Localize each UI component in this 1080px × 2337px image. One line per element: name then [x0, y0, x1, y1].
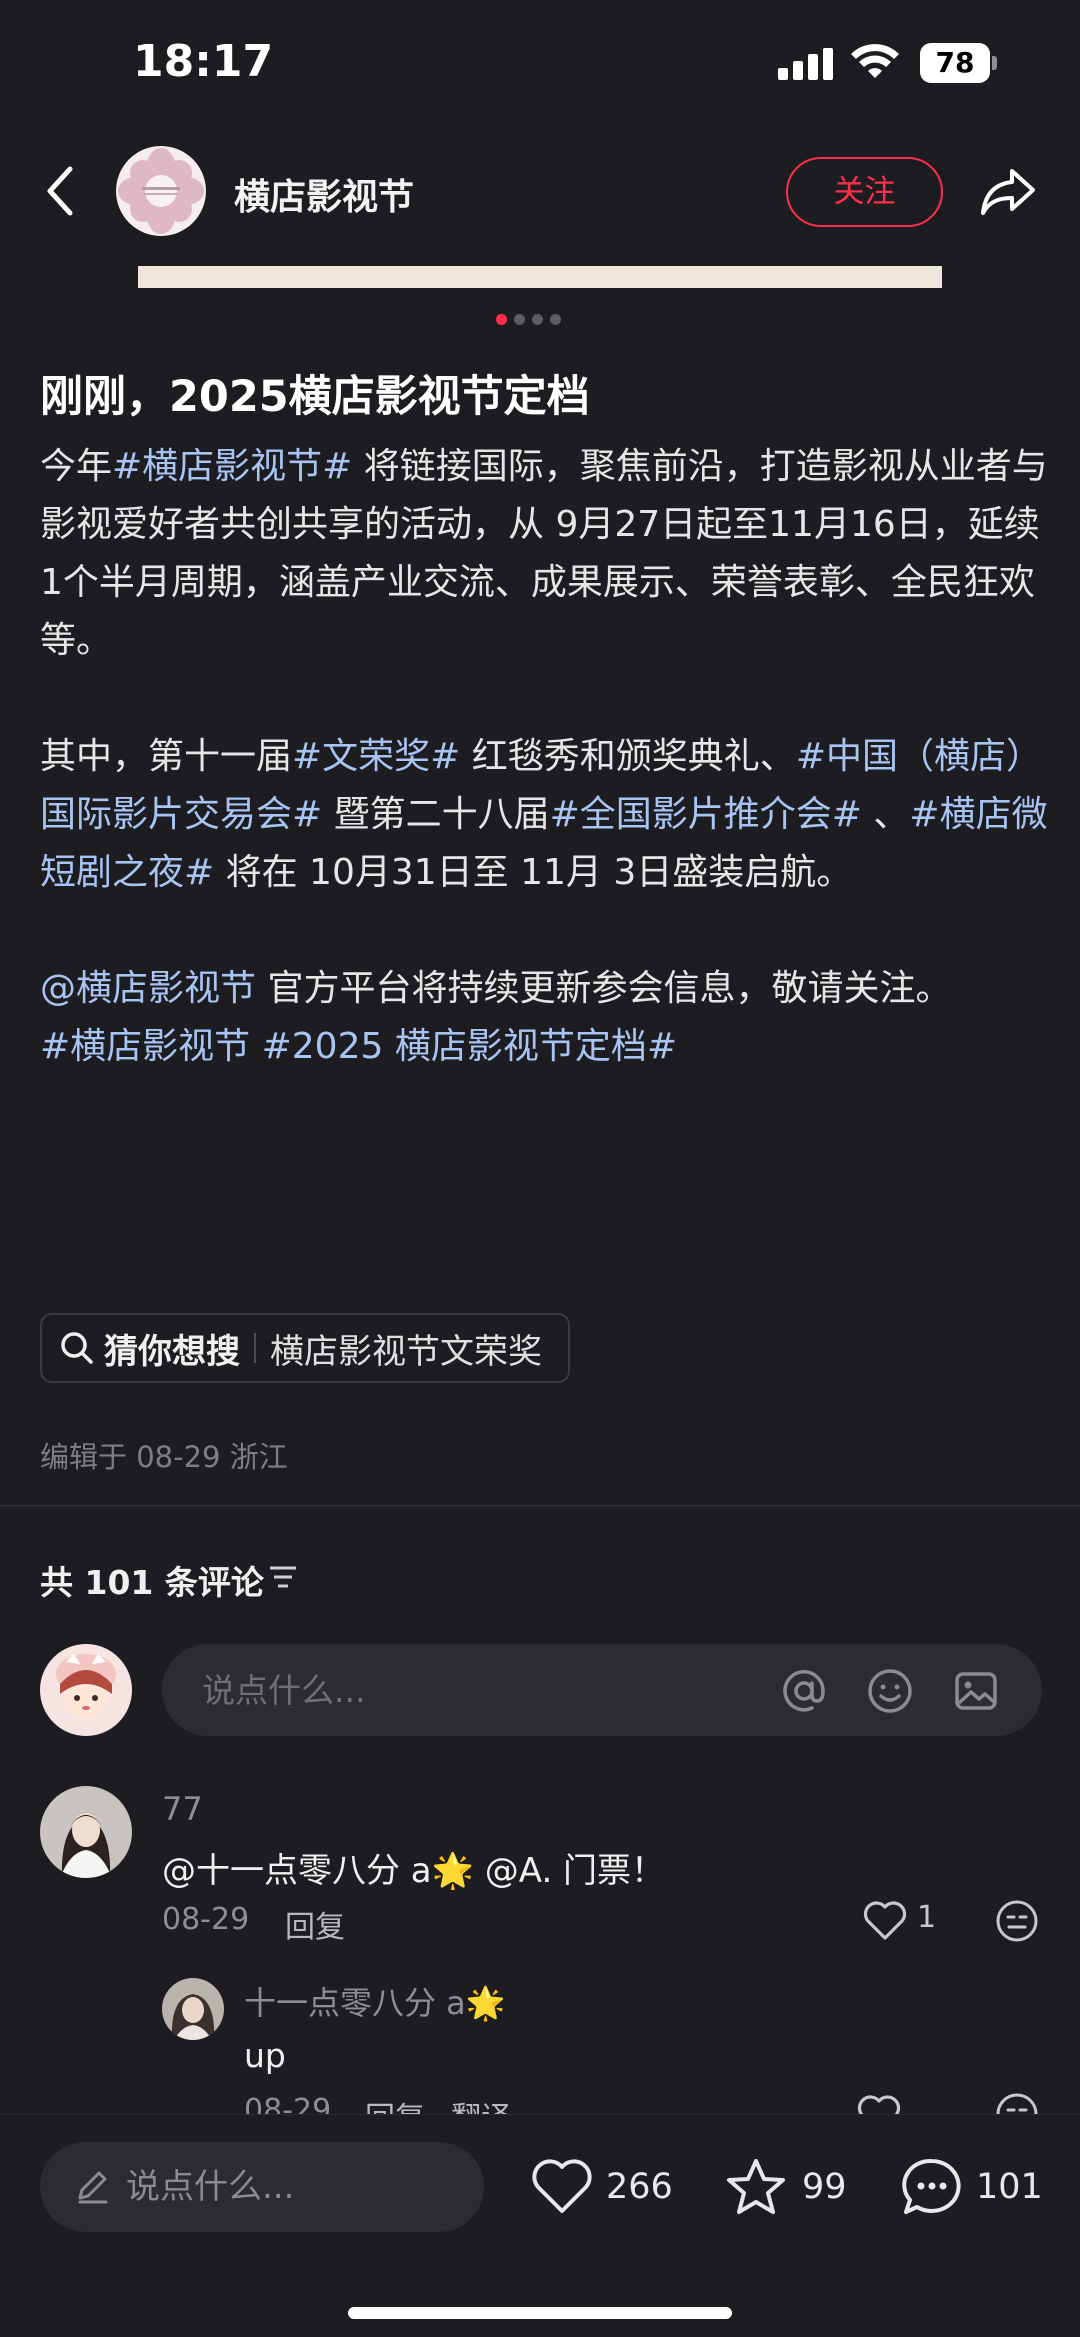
pencil-icon: [78, 2171, 108, 2204]
hashtag-link[interactable]: #全国影片推介会#: [550, 794, 862, 835]
reply-text: up: [244, 2036, 286, 2075]
my-avatar[interactable]: [40, 1644, 132, 1736]
suggestion-query: 横店影视节文荣奖: [270, 1331, 542, 1372]
post-paragraph: 今年#横店影视节# 将链接国际，聚焦前沿，打造影视从业者与影视爱好者共创共享的活…: [40, 438, 1050, 670]
avatar-image-icon: [40, 1786, 132, 1878]
star-count: 99: [802, 2167, 847, 2207]
search-suggestion[interactable]: 猜你想搜 横店影视节文荣奖: [40, 1313, 570, 1383]
text: 官方平台将持续更新参会信息，敬请关注。: [256, 968, 952, 1009]
divider: [254, 1333, 256, 1363]
comment-date: 08-29: [162, 1902, 250, 1937]
account-logo-icon: [116, 146, 206, 236]
home-indicator[interactable]: [348, 2307, 732, 2319]
avatar-image-icon: [40, 1644, 132, 1736]
wifi-icon: [851, 44, 899, 78]
star-icon[interactable]: [724, 2157, 788, 2217]
cellular-signal-icon: [778, 48, 833, 80]
post-title: 刚刚，2025横店影视节定档: [40, 372, 590, 422]
comment-username[interactable]: 77: [162, 1790, 203, 1828]
hashtags-line[interactable]: #横店影视节 #2025 横店影视节定档#: [40, 1018, 1050, 1076]
comment-avatar[interactable]: [40, 1786, 132, 1878]
sort-icon[interactable]: [268, 1562, 298, 1592]
carousel-dot: [514, 314, 525, 325]
comment-input[interactable]: [202, 1644, 702, 1736]
account-name[interactable]: 横店影视节: [234, 168, 414, 220]
carousel-dot: [532, 314, 543, 325]
share-icon[interactable]: [978, 163, 1038, 219]
carousel-indicator: [496, 314, 576, 326]
hashtag-link[interactable]: #横店影视节#: [112, 446, 352, 487]
like-count: 266: [606, 2167, 673, 2207]
emoji-icon[interactable]: [866, 1667, 914, 1715]
comment-text: @十一点零八分 a🌟 @A. 门票！: [162, 1851, 666, 1891]
bottom-action-bar: 说点什么... 266 99 101: [0, 2114, 1080, 2337]
bottom-comment-input[interactable]: 说点什么...: [40, 2142, 484, 2232]
section-divider: [0, 1505, 1080, 1507]
text: 将在 10月31日至 11月 3日盛装启航。: [214, 852, 853, 893]
avatar-image-icon: [162, 1978, 224, 2040]
mention-link[interactable]: @横店影视节: [40, 968, 256, 1009]
text: 、: [861, 794, 910, 835]
hashtag-link[interactable]: #文荣奖#: [292, 736, 460, 777]
text: 暨第二十八届: [322, 794, 550, 835]
comment-count: 101: [976, 2167, 1043, 2207]
carousel-dot-active: [496, 314, 507, 325]
comment-like-count: 1: [917, 1900, 937, 1935]
battery-icon: 78: [920, 43, 998, 83]
carousel-dot: [550, 314, 561, 325]
account-avatar[interactable]: [116, 146, 206, 236]
status-time: 18:17: [133, 36, 274, 87]
follow-button[interactable]: 关注: [786, 157, 943, 227]
image-icon[interactable]: [952, 1667, 1000, 1715]
suggestion-label: 猜你想搜: [104, 1331, 240, 1372]
bottom-input-placeholder: 说点什么...: [126, 2167, 295, 2207]
text: 红毯秀和颁奖典礼、: [460, 736, 796, 777]
text: 其中，第十一届: [40, 736, 293, 777]
reply-username[interactable]: 十一点零八分 a🌟: [244, 1978, 506, 2024]
comment-bubble-icon[interactable]: [900, 2157, 964, 2217]
comment-input-box[interactable]: [162, 1644, 1042, 1736]
reply-button[interactable]: 回复: [285, 1902, 345, 1946]
post-paragraph: @横店影视节 官方平台将持续更新参会信息，敬请关注。: [40, 960, 1050, 1018]
edit-info: 编辑于 08-29 浙江: [40, 1440, 288, 1474]
mention-icon[interactable]: [780, 1667, 828, 1715]
post-image-carousel[interactable]: [138, 266, 942, 288]
dislike-face-icon[interactable]: [995, 1899, 1039, 1943]
text: 今年: [40, 446, 113, 487]
battery-level: 78: [935, 46, 975, 79]
back-icon[interactable]: [40, 163, 84, 219]
like-heart-icon[interactable]: [530, 2157, 594, 2217]
post-paragraph: 其中，第十一届#文荣奖# 红毯秀和颁奖典礼、#中国（横店）国际影片交易会# 暨第…: [40, 728, 1050, 902]
search-icon: [61, 1332, 93, 1364]
heart-icon[interactable]: [862, 1900, 908, 1942]
comments-count: 共 101 条评论: [40, 1563, 264, 1602]
reply-avatar[interactable]: [162, 1978, 224, 2040]
post-body: 今年#横店影视节# 将链接国际，聚焦前沿，打造影视从业者与影视爱好者共创共享的活…: [40, 438, 1050, 1076]
